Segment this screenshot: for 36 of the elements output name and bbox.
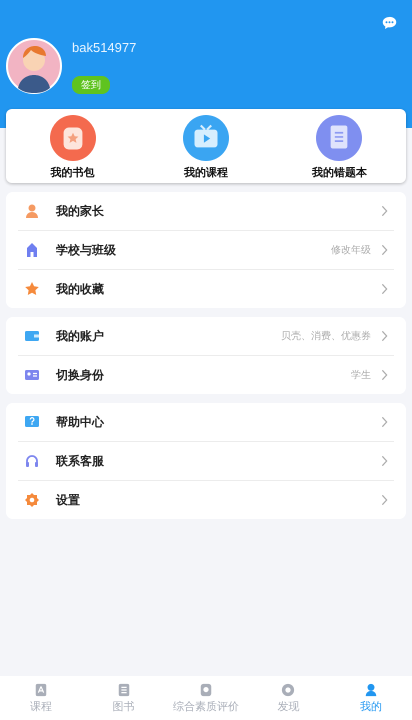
avatar[interactable] — [6, 38, 62, 94]
menu-item[interactable]: 我的账户 贝壳、消费、优惠券 — [18, 317, 394, 356]
wallet-icon — [24, 328, 40, 344]
menu-item[interactable]: 联系客服 — [18, 442, 394, 481]
menu-item[interactable]: 设置 — [18, 481, 394, 519]
tv-icon[interactable] — [182, 115, 229, 161]
shortcut-label[interactable]: 我的课程 — [184, 165, 228, 180]
chevron-right-icon — [381, 369, 388, 381]
letter-card-icon — [34, 682, 48, 696]
headset-icon — [24, 453, 40, 469]
star-icon — [24, 281, 40, 297]
shortcut-label[interactable]: 我的书包 — [50, 165, 95, 180]
chevron-right-icon — [381, 455, 388, 467]
person-icon — [364, 682, 378, 696]
menu-item[interactable]: 切换身份 学生 — [18, 356, 394, 394]
book-icon — [116, 682, 131, 696]
settings-icon — [24, 492, 40, 508]
chevron-right-icon — [381, 205, 388, 217]
message-icon[interactable] — [382, 16, 397, 30]
id-card-icon — [24, 367, 40, 383]
menu-item[interactable]: 学校与班级 修改年级 — [18, 231, 394, 270]
person-icon — [24, 203, 40, 219]
chevron-right-icon — [381, 330, 388, 342]
chevron-right-icon — [381, 244, 388, 256]
building-icon — [24, 242, 40, 258]
chevron-right-icon — [381, 494, 388, 506]
menu-item[interactable]: 我的收藏 — [18, 270, 394, 308]
shortcut-label[interactable]: 我的错题本 — [312, 165, 367, 180]
menu-item[interactable]: 帮助中心 — [18, 403, 394, 442]
username: bak514977 — [72, 40, 136, 55]
menu-item[interactable]: 我的家长 — [18, 192, 394, 231]
document-icon[interactable] — [316, 115, 362, 161]
chevron-right-icon — [381, 283, 388, 295]
chevron-right-icon — [381, 416, 388, 428]
backpack-icon[interactable] — [50, 115, 96, 161]
help-icon — [24, 414, 40, 430]
